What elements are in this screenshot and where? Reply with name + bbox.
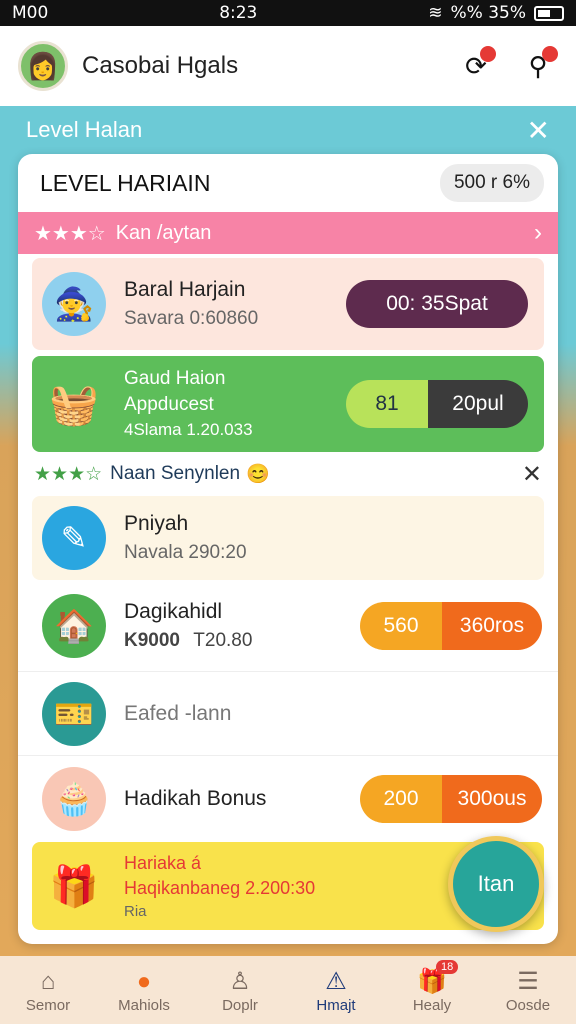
nav-label: Mahiols bbox=[118, 996, 170, 1014]
nav-item-mahiols[interactable]: ● Mahiols bbox=[96, 956, 192, 1024]
person-icon: ♙ bbox=[229, 967, 251, 995]
status-time: 8:23 bbox=[219, 3, 258, 23]
building-icon: 🏠 bbox=[42, 593, 106, 658]
cupcake-icon: 🧁 bbox=[42, 767, 106, 831]
item-detail: 4Slama 1.20.033 bbox=[124, 420, 253, 439]
split-button-right: 360ros bbox=[442, 601, 542, 650]
smile-emoji-icon: 😊 bbox=[246, 464, 270, 485]
notification-dot bbox=[542, 46, 558, 62]
avatar[interactable]: 👩 bbox=[18, 41, 68, 91]
nav-label: Oosde bbox=[505, 996, 551, 1014]
split-button-left: 200 bbox=[360, 775, 442, 823]
item-title: Eafed -lann bbox=[124, 701, 232, 725]
treasure-basket-icon: 🧺 bbox=[49, 382, 99, 427]
status-right: ≋ %% 35% bbox=[428, 3, 564, 23]
list-item[interactable]: ✎ Pniyah Navala 290:20 bbox=[32, 496, 544, 580]
bottom-nav: ⌂ Semor ● Mahiols ♙ Doplr ⚠ Hmajt 🎁 18 H… bbox=[0, 956, 576, 1024]
panel-title: LEVEL HARIAIN bbox=[40, 169, 211, 196]
item-subtitle: T20.80 bbox=[193, 629, 253, 651]
app-bar: 👩 Casobai Hgals ⟳ ⚲ bbox=[0, 26, 576, 106]
item-subtitle: Appducest bbox=[124, 394, 214, 415]
modal-header: Level Halan ✕ bbox=[0, 106, 576, 154]
item-title: Dagikahidl bbox=[124, 599, 223, 623]
link-icon[interactable]: ⟳ bbox=[456, 46, 496, 86]
item-title: Pniyah bbox=[124, 512, 189, 535]
split-button-left: 81 bbox=[346, 380, 428, 428]
item-code: K9000 bbox=[124, 629, 180, 651]
strip-stars: ★★★☆ bbox=[34, 222, 106, 245]
item-title: Gaud Haion bbox=[124, 368, 226, 389]
nav-item-hmajt[interactable]: ⚠ Hmajt bbox=[288, 956, 384, 1024]
nav-item-semor[interactable]: ⌂ Semor bbox=[0, 956, 96, 1024]
gift-bag-icon: 🎁 bbox=[49, 864, 99, 909]
orange-icon: ● bbox=[136, 967, 152, 995]
level-panel: LEVEL HARIAIN 500 r 6% ★★★☆ Kan /aytan ›… bbox=[18, 154, 558, 944]
list-item[interactable]: 🎫 Eafed -lann bbox=[18, 672, 558, 756]
rating-row: ★★★☆ Naan Senynlen 😊 ✕ bbox=[18, 452, 558, 496]
nav-label: Semor bbox=[25, 996, 71, 1014]
home-icon: ⌂ bbox=[40, 967, 56, 995]
claim-button[interactable]: 00: 35Spat bbox=[346, 280, 528, 328]
list-item[interactable]: 🧙 Baral Harjain Savara 0:60860 00: 35Spa… bbox=[32, 258, 544, 350]
split-button[interactable]: 200 300ous bbox=[360, 775, 542, 823]
notification-dot bbox=[480, 46, 496, 62]
ticket-icon: 🎫 bbox=[42, 681, 106, 746]
rating-label: Naan Senynlen bbox=[110, 463, 241, 484]
list-item[interactable]: 🧁 Hadikah Bonus 200 300ous bbox=[18, 756, 558, 842]
list-item[interactable]: 🏠 Dagikahidl K9000 T20.80 560 360ros bbox=[18, 580, 558, 672]
gnome-icon: 🧙 bbox=[42, 272, 106, 336]
item-subtitle: Savara 0:60860 bbox=[124, 308, 259, 329]
split-button[interactable]: 560 360ros bbox=[360, 601, 542, 650]
menu-icon: ☰ bbox=[517, 967, 539, 995]
split-button-right: 20pul bbox=[428, 380, 528, 428]
split-button-right: 300ous bbox=[442, 775, 542, 823]
split-button[interactable]: 81 20pul bbox=[346, 380, 528, 428]
warning-icon: ⚠ bbox=[325, 967, 347, 995]
rating-stars: ★★★☆ bbox=[34, 463, 103, 485]
nav-badge: 18 bbox=[436, 960, 459, 974]
nav-item-healy[interactable]: 🎁 18 Healy bbox=[384, 956, 480, 1024]
item-title: Baral Harjain bbox=[124, 278, 246, 301]
item-title: Hadikah Bonus bbox=[124, 787, 267, 810]
status-bar: M00 8:23 ≋ %% 35% bbox=[0, 0, 576, 26]
chevron-right-icon: › bbox=[534, 219, 542, 246]
fab-button[interactable]: Itan bbox=[448, 836, 544, 932]
close-icon[interactable]: ✕ bbox=[527, 114, 550, 147]
split-button-left: 560 bbox=[360, 601, 442, 650]
app-title: Casobai Hgals bbox=[82, 52, 239, 79]
nav-label: Healy bbox=[412, 996, 452, 1014]
item-subtitle: Navala 290:20 bbox=[124, 542, 247, 563]
nav-label: Hmajt bbox=[316, 996, 356, 1014]
list-item[interactable]: 🧺 Gaud Haion Appducest 4Slama 1.20.033 8… bbox=[32, 356, 544, 452]
strip-label: Kan /aytan bbox=[115, 221, 212, 244]
rating-strip[interactable]: ★★★☆ Kan /aytan › bbox=[18, 212, 558, 254]
status-left: M00 bbox=[12, 3, 49, 23]
panel-header: LEVEL HARIAIN 500 r 6% bbox=[18, 154, 558, 212]
wifi-icon: ≋ bbox=[428, 3, 443, 23]
battery-icon bbox=[534, 5, 564, 21]
battery-text: %% 35% bbox=[450, 3, 527, 23]
nav-item-oosde[interactable]: ☰ Oosde bbox=[480, 956, 576, 1024]
nav-item-doplr[interactable]: ♙ Doplr bbox=[192, 956, 288, 1024]
progress-badge: 500 r 6% bbox=[439, 164, 544, 202]
nav-label: Doplr bbox=[222, 996, 258, 1014]
modal-title: Level Halan bbox=[26, 117, 143, 142]
pencil-icon: ✎ bbox=[42, 506, 106, 570]
search-icon[interactable]: ⚲ bbox=[518, 46, 558, 86]
close-icon[interactable]: ✕ bbox=[522, 460, 542, 489]
